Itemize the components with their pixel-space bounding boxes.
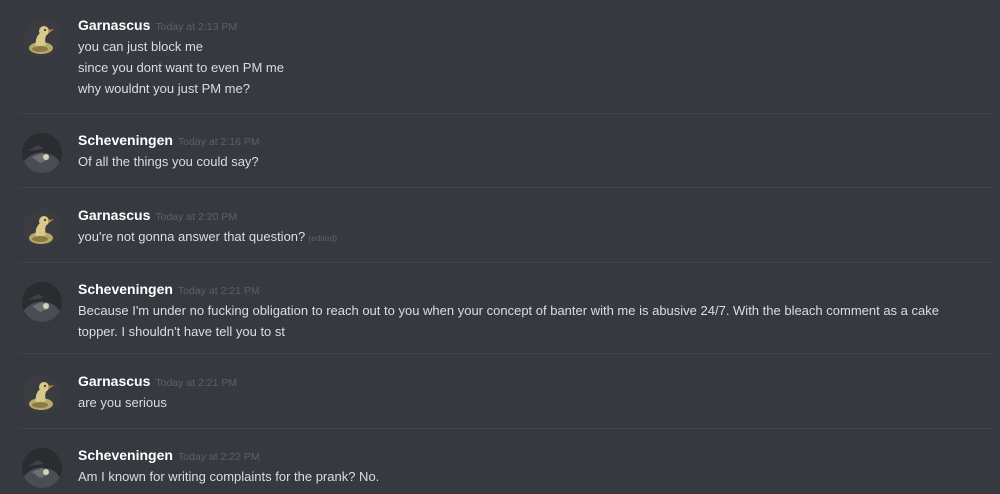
edited-label: (edited) — [308, 233, 338, 243]
message-line: are you serious — [78, 395, 167, 410]
message-content: Because I'm under no fucking obligation … — [78, 300, 978, 342]
message-divider — [20, 428, 992, 429]
username[interactable]: Scheveningen — [78, 281, 173, 297]
message-header: Garnascus Today at 2:21 PM — [78, 372, 237, 392]
message-line: since you dont want to even PM me — [78, 60, 284, 75]
message-content: Am I known for writing complaints for th… — [78, 466, 978, 487]
message-content: you're not gonna answer that question? (e… — [78, 226, 978, 249]
message-content: are you serious — [78, 392, 978, 413]
message-header: Scheveningen Today at 2:22 PM — [78, 446, 260, 466]
timestamp: Today at 2:21 PM — [177, 285, 260, 297]
message-header: Garnascus Today at 2:13 PM — [78, 16, 237, 36]
message-line: Am I known for writing complaints for th… — [78, 469, 380, 484]
message-divider — [20, 353, 992, 354]
message-header: Garnascus Today at 2:20 PM — [78, 206, 237, 226]
message-text: you're not gonna answer that question? — [78, 229, 306, 244]
duck-avatar-icon[interactable] — [22, 374, 62, 414]
message-divider — [20, 187, 992, 188]
message-line: you're not gonna answer that question? (e… — [78, 226, 978, 249]
dark-figure-avatar-icon[interactable] — [22, 448, 62, 488]
message-line: you can just block me — [78, 39, 204, 54]
message-header: Scheveningen Today at 2:16 PM — [78, 131, 260, 151]
duck-avatar-icon[interactable] — [22, 208, 62, 248]
message-header: Scheveningen Today at 2:21 PM — [78, 280, 260, 300]
username[interactable]: Garnascus — [78, 17, 150, 33]
username[interactable]: Garnascus — [78, 207, 150, 223]
username[interactable]: Scheveningen — [78, 447, 173, 463]
message-list[interactable]: Garnascus Today at 2:13 PM you can just b… — [0, 0, 1000, 494]
timestamp: Today at 2:16 PM — [177, 136, 260, 148]
message-line: topper. I shouldn't have tell you to st — [78, 324, 286, 339]
timestamp: Today at 2:21 PM — [155, 377, 238, 389]
message-line: why wouldnt you just PM me? — [78, 81, 250, 96]
timestamp: Today at 2:22 PM — [177, 451, 260, 463]
username[interactable]: Scheveningen — [78, 132, 173, 148]
duck-avatar-icon[interactable] — [22, 18, 62, 58]
timestamp: Today at 2:13 PM — [155, 21, 238, 33]
message-content: Of all the things you could say? — [78, 151, 978, 172]
message-line: Because I'm under no fucking obligation … — [78, 303, 939, 318]
message-line: Of all the things you could say? — [78, 154, 259, 169]
message-divider — [20, 262, 992, 263]
message-divider — [20, 113, 992, 114]
username[interactable]: Garnascus — [78, 373, 150, 389]
dark-figure-avatar-icon[interactable] — [22, 282, 62, 322]
message-content: you can just block me since you dont wan… — [78, 36, 978, 99]
dark-figure-avatar-icon[interactable] — [22, 133, 62, 173]
timestamp: Today at 2:20 PM — [155, 211, 238, 223]
